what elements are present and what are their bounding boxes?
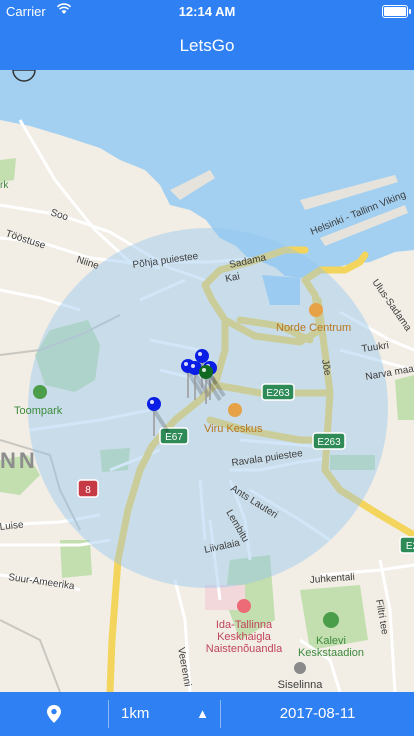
svg-text:E263: E263: [266, 388, 290, 399]
park-icon: [33, 385, 47, 399]
shopping-icon: [309, 303, 323, 317]
search-radius-circle: [28, 228, 388, 588]
park-area: [0, 158, 16, 182]
road-shield-e2: E2: [399, 536, 414, 554]
district-label: NN: [0, 448, 38, 473]
poi-label: Naistenõuandla: [206, 643, 283, 655]
svg-text:E67: E67: [165, 432, 183, 443]
radius-label: 1km: [121, 705, 150, 722]
road-shield-e263: E263: [312, 432, 346, 450]
location-pin-icon: [47, 705, 61, 724]
clock-label: 12:14 AM: [178, 4, 236, 19]
bottom-toolbar: 1km ▲ 2017-08-11: [0, 692, 414, 736]
poi-label: Ida-Tallinna: [216, 619, 273, 631]
road-shield-e67: E67: [159, 427, 189, 445]
road-shield-e263: E263: [261, 383, 295, 401]
poi-label: Norde Centrum: [276, 322, 351, 334]
stadium-icon: [323, 612, 339, 628]
svg-text:E263: E263: [317, 437, 341, 448]
radius-picker-arrow-icon: ▲: [196, 706, 209, 721]
hospital-icon: [237, 599, 251, 613]
shopping-icon: [228, 403, 242, 417]
map-view[interactable]: E263 E263 E67 8 E2 Põhja puiestee Sadama…: [0, 70, 414, 692]
poi-label: Siselinna: [278, 679, 324, 691]
date-picker-button[interactable]: 2017-08-11: [221, 692, 414, 736]
status-bar: Carrier 12:14 AM: [0, 0, 414, 22]
park-area: [395, 375, 414, 420]
poi-label: Keskstaadion: [298, 647, 364, 659]
svg-text:8: 8: [85, 485, 91, 496]
poi-label: Toompark: [14, 405, 63, 417]
location-button[interactable]: [0, 692, 108, 736]
poi-label: Viru Keskus: [204, 423, 263, 435]
svg-text:E2: E2: [406, 541, 414, 552]
battery-icon: [382, 5, 411, 18]
page-title: LetsGo: [179, 36, 235, 55]
radius-selector[interactable]: 1km ▲: [109, 692, 219, 736]
nav-bar: LetsGo: [0, 22, 414, 70]
road-shield-8: 8: [77, 479, 99, 498]
poi-label: Keskhaigla: [217, 631, 272, 643]
poi-label: Kalevi: [316, 635, 346, 647]
district-label: rk: [0, 180, 9, 191]
date-label: 2017-08-11: [279, 705, 356, 722]
place-icon: [294, 662, 306, 674]
